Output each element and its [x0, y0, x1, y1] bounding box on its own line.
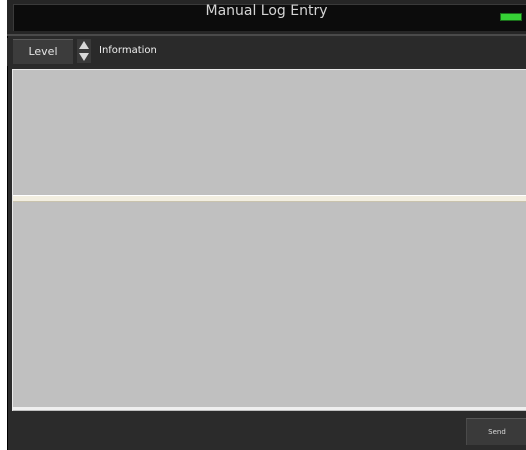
send-button[interactable]: Send: [466, 418, 526, 445]
log-message-text-area[interactable]: [13, 70, 526, 194]
title-bar: Manual Log Entry: [7, 0, 526, 34]
title-separator: [7, 34, 526, 36]
level-label: Level: [13, 39, 73, 64]
green-status-led-icon: [500, 13, 522, 21]
panel-splitter[interactable]: [13, 195, 526, 202]
spinner-up-icon[interactable]: [79, 41, 89, 49]
spinner-down-icon[interactable]: [79, 53, 89, 61]
application-frame: Manual Log Entry Level Information Send: [0, 0, 526, 450]
level-value[interactable]: Information: [99, 39, 157, 63]
log-details-text-area[interactable]: [13, 203, 526, 407]
panel-bottom-border: [12, 407, 526, 410]
window-title: Manual Log Entry: [205, 3, 328, 19]
level-spinner[interactable]: [77, 39, 91, 63]
